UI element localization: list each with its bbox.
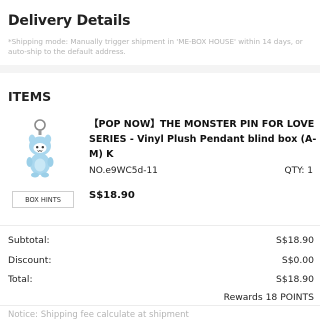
product-quantity: QTY: 1 <box>284 166 313 176</box>
box-hints-button[interactable]: BOX HINTS <box>12 191 74 208</box>
section-gap <box>0 65 320 73</box>
product-image[interactable] <box>19 118 61 180</box>
delivery-details-title: Delivery Details <box>8 13 131 29</box>
divider <box>0 305 320 306</box>
items-title: ITEMS <box>8 89 52 104</box>
shipping-mode-note: *Shipping mode: Manually trigger shipmen… <box>8 37 303 56</box>
divider <box>0 225 320 226</box>
discount-row: Discount: S$0.00 <box>8 255 314 266</box>
product-name: 【POP NOW】THE MONSTER PIN FOR LOVE SERIES… <box>89 119 317 160</box>
rewards-points: Rewards 18 POINTS <box>223 292 314 303</box>
product-price: S$18.90 <box>89 190 135 201</box>
total-value: S$18.90 <box>276 274 314 285</box>
total-label: Total: <box>8 274 33 285</box>
subtotal-label: Subtotal: <box>8 235 50 246</box>
product-code: NO.e9WC5d-11 <box>89 166 158 176</box>
plush-pendant-icon <box>26 119 54 178</box>
total-row: Total: S$18.90 <box>8 274 314 285</box>
subtotal-value: S$18.90 <box>276 235 314 246</box>
subtotal-row: Subtotal: S$18.90 <box>8 235 314 246</box>
shipping-fee-notice: Notice: Shipping fee calculate at shipme… <box>8 310 189 320</box>
discount-value: S$0.00 <box>281 255 314 266</box>
discount-label: Discount: <box>8 255 52 266</box>
